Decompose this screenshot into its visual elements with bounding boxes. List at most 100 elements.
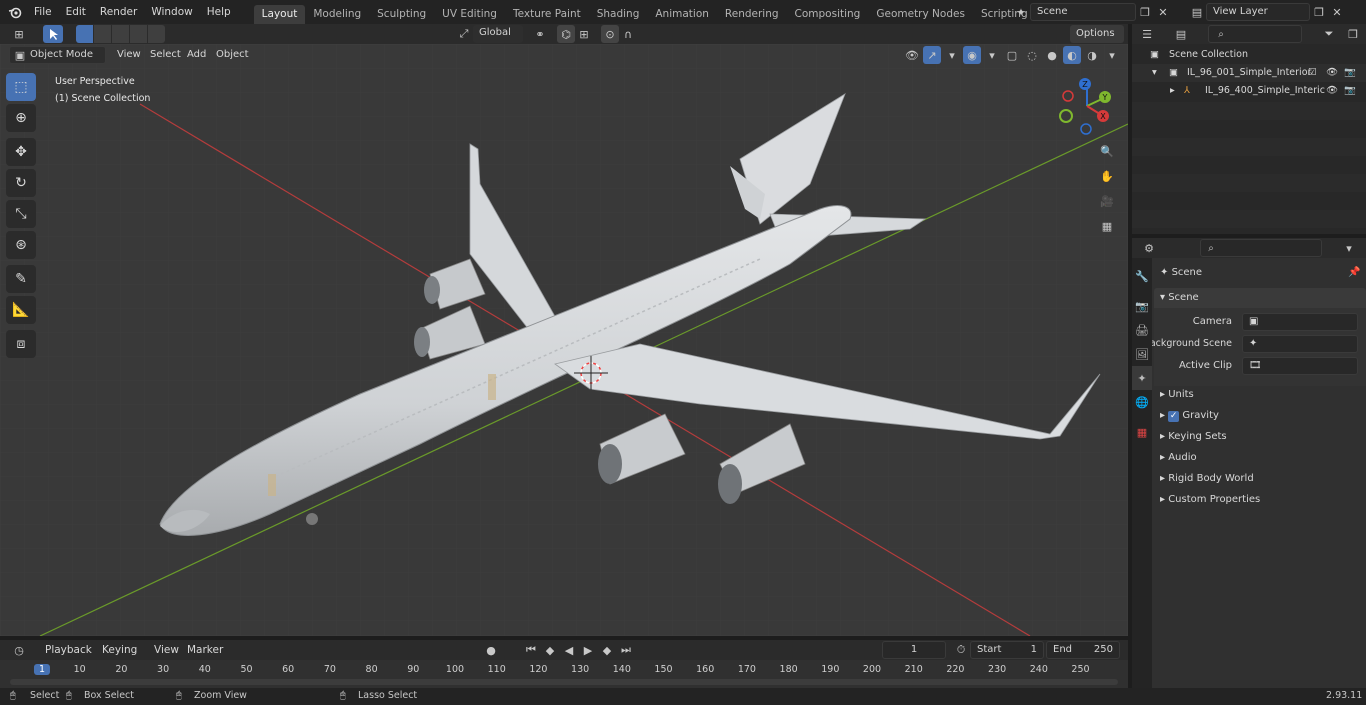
pin-icon[interactable]: 📌 (1348, 264, 1360, 282)
delete-scene-icon[interactable]: ✕ (1154, 3, 1172, 21)
menu-edit[interactable]: Edit (59, 0, 93, 24)
tab-compositing[interactable]: Compositing (787, 5, 869, 24)
filter-icon[interactable]: ⏷ (1320, 25, 1338, 43)
select-box-tool[interactable]: ⬚ (6, 73, 36, 101)
menu-help[interactable]: Help (200, 0, 238, 24)
cursor-tool[interactable]: ⊕ (6, 104, 36, 132)
snap-icon[interactable]: ⌬ (557, 25, 575, 43)
delete-view-layer-icon[interactable]: ✕ (1328, 3, 1346, 21)
panel-keying-sets[interactable]: ▸ Keying Sets (1160, 426, 1366, 447)
xray-icon[interactable]: ▢ (1003, 46, 1021, 64)
tab-layout[interactable]: Layout (253, 5, 306, 24)
expand-right-icon[interactable]: ▸ (1170, 82, 1175, 100)
shading-dropdown-icon[interactable]: ▾ (1103, 46, 1121, 64)
solid-shading-icon[interactable]: ● (1043, 46, 1061, 64)
view-layer-tab-icon[interactable]: 🖼 (1132, 342, 1152, 366)
viewport-canvas[interactable]: Z Y X (0, 44, 1128, 636)
3d-viewport[interactable]: Z Y X (0, 44, 1128, 636)
select-intersect-icon[interactable] (148, 25, 165, 43)
timeline-editor-icon[interactable]: ◷ (10, 641, 28, 659)
menu-render[interactable]: Render (93, 0, 144, 24)
jump-start-icon[interactable]: ⏮ (522, 641, 540, 659)
editor-type-icon[interactable]: ⊞ (10, 25, 28, 43)
jump-end-icon[interactable]: ⏭ (617, 641, 635, 659)
select-invert-icon[interactable] (130, 25, 147, 43)
rendered-shading-icon[interactable]: ◑ (1083, 46, 1101, 64)
panel-gravity[interactable]: ▸ ✓ Gravity (1160, 405, 1366, 426)
play-icon[interactable]: ▶ (579, 641, 597, 659)
eye-icon[interactable]: 👁 (1326, 82, 1338, 100)
stopwatch-icon[interactable]: ⏱ (952, 641, 970, 659)
prev-keyframe-icon[interactable]: ◆ (541, 641, 559, 659)
outliner-root-row[interactable]: ▣ Scene Collection (1132, 46, 1366, 64)
panel-rigid-body-world[interactable]: ▸ Rigid Body World (1160, 468, 1366, 489)
view-layer-icon[interactable]: ▤ (1188, 3, 1206, 21)
scene-panel-header[interactable]: ▾ Scene (1154, 288, 1366, 308)
tab-shading[interactable]: Shading (589, 5, 648, 24)
panel-audio[interactable]: ▸ Audio (1160, 447, 1366, 468)
scene-name-field[interactable]: Scene (1030, 3, 1136, 21)
timeline-menu-playback[interactable]: Playback (38, 638, 99, 662)
transform-tool[interactable]: ⊛ (6, 231, 36, 259)
properties-editor-icon[interactable]: ⚙ (1140, 239, 1158, 257)
camera-restrict-icon[interactable]: 📷 (1344, 82, 1356, 100)
tab-texture-paint[interactable]: Texture Paint (505, 5, 589, 24)
snap-target-icon[interactable]: ⊞ (575, 25, 593, 43)
viewport-menu-object[interactable]: Object (209, 43, 256, 67)
move-tool[interactable]: ✥ (6, 138, 36, 166)
timeline-scrollbar[interactable] (10, 679, 1118, 685)
select-new-icon[interactable] (76, 25, 93, 43)
frame-ruler[interactable]: 1 10 20 30 40 50 60 70 80 90 100 110 120 130 140 150 160… (0, 662, 1128, 678)
blender-logo-icon[interactable] (6, 3, 24, 21)
falloff-icon[interactable]: ∩ (619, 25, 637, 43)
gizmo-toggle-icon[interactable]: ↗ (923, 46, 941, 64)
camera-field[interactable]: ▣ (1242, 313, 1358, 331)
ortho-grid-icon[interactable]: ▦ (1098, 217, 1116, 235)
overlay-dropdown-icon[interactable]: ▾ (983, 46, 1001, 64)
end-frame-field[interactable]: End 250 (1046, 641, 1120, 659)
orientation-dropdown[interactable]: Global (473, 25, 523, 43)
timeline-menu-keying[interactable]: Keying (95, 638, 144, 662)
material-shading-icon[interactable]: ◐ (1063, 46, 1081, 64)
new-scene-icon[interactable]: ❐ (1136, 3, 1154, 21)
tool-tab-icon[interactable]: 🔧 (1132, 264, 1152, 288)
overlay-toggle-icon[interactable]: ◉ (963, 46, 981, 64)
new-collection-icon[interactable]: ❐ (1344, 25, 1362, 43)
texture-tab-icon[interactable]: ▦ (1132, 420, 1152, 444)
current-frame-field[interactable]: 1 (882, 641, 946, 659)
world-tab-icon[interactable]: 🌐 (1132, 390, 1152, 414)
menu-window[interactable]: Window (144, 0, 199, 24)
tab-animation[interactable]: Animation (647, 5, 717, 24)
tab-uv-editing[interactable]: UV Editing (434, 5, 505, 24)
record-icon[interactable]: ● (482, 641, 500, 659)
gravity-checkbox[interactable]: ✓ (1168, 411, 1180, 422)
outliner-editor-icon[interactable]: ☰ (1138, 25, 1156, 43)
annotate-tool[interactable]: ✎ (6, 265, 36, 293)
zoom-icon[interactable]: 🔍 (1098, 142, 1116, 160)
gizmo-dropdown-icon[interactable]: ▾ (943, 46, 961, 64)
camera-restrict-icon[interactable]: 📷 (1344, 64, 1356, 82)
wireframe-shading-icon[interactable]: ◌ (1023, 46, 1041, 64)
scale-tool[interactable]: ⤡ (6, 200, 36, 228)
add-cube-tool[interactable]: ⧈ (6, 330, 36, 358)
outliner-row-object[interactable]: ▸ ⅄ IL_96_400_Simple_Interic 👁 📷 (1132, 82, 1366, 100)
render-tab-icon[interactable]: 📷 (1132, 294, 1152, 318)
menu-file[interactable]: File (27, 0, 59, 24)
scene-tab-icon[interactable]: ✦ (1132, 366, 1152, 390)
start-frame-field[interactable]: Start 1 (970, 641, 1044, 659)
active-clip-field[interactable]: 🎞 (1242, 357, 1358, 375)
outliner-row-collection[interactable]: ▾ ▣ IL_96_001_Simple_Interior ☑ 👁 📷 (1132, 64, 1366, 82)
visibility-icon[interactable]: 👁 (903, 46, 921, 64)
select-extend-icon[interactable] (94, 25, 111, 43)
scene-icon[interactable]: ✦ (1012, 3, 1030, 21)
camera-view-icon[interactable]: 🎥 (1098, 192, 1116, 210)
eye-icon[interactable]: 👁 (1326, 64, 1338, 82)
timeline-menu-marker[interactable]: Marker (180, 638, 230, 662)
new-view-layer-icon[interactable]: ❐ (1310, 3, 1328, 21)
display-mode-icon[interactable]: ▤ (1172, 25, 1190, 43)
expand-arrow-icon[interactable]: ▾ (1152, 64, 1157, 82)
next-keyframe-icon[interactable]: ◆ (598, 641, 616, 659)
play-reverse-icon[interactable]: ◀ (560, 641, 578, 659)
rotate-tool[interactable]: ↻ (6, 169, 36, 197)
properties-options-icon[interactable]: ▾ (1340, 239, 1358, 257)
